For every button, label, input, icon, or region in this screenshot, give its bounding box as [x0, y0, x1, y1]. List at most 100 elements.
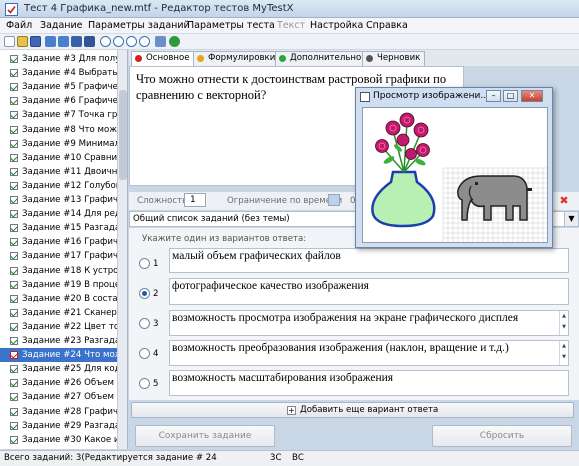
answer-radio-5[interactable]	[139, 378, 150, 389]
tree-item[interactable]: Задание #14 Для редак	[0, 207, 117, 221]
tree-item[interactable]: Задание #9 Минималь	[0, 137, 117, 151]
answer-field-1[interactable]: малый объем графических файлов	[169, 248, 569, 273]
tree-item[interactable]: Задание #23 Разгадайт	[0, 334, 117, 348]
checkmark-icon[interactable]	[10, 351, 18, 360]
checkmark-icon[interactable]	[10, 252, 18, 261]
tree-item[interactable]: Задание #17 Графичес	[0, 249, 117, 263]
checkmark-icon[interactable]	[10, 308, 18, 317]
tree-item[interactable]: Задание #16 Графическ	[0, 235, 117, 249]
tree-item[interactable]: Задание #4 Выбрать пр	[0, 66, 117, 80]
clear-icon[interactable]: ✖	[557, 194, 571, 207]
menu-task-params[interactable]: Параметры заданий	[88, 20, 190, 31]
tree-item[interactable]: Задание #29 Разгадайт	[0, 419, 117, 433]
tree-item[interactable]: Задание #28 Графическ	[0, 405, 117, 419]
open-folder-icon[interactable]	[17, 36, 28, 47]
checkmark-icon[interactable]	[10, 153, 18, 162]
checkmark-icon[interactable]	[10, 435, 18, 444]
save-task-button[interactable]: Сохранить задание	[135, 425, 275, 447]
image-preview-window[interactable]: Просмотр изображени... – □ ✕	[355, 87, 553, 248]
checkmark-icon[interactable]	[10, 167, 18, 176]
tree-item[interactable]: Задание #18 К устройс	[0, 264, 117, 278]
tree-item[interactable]: Задание #15 Разгадайт	[0, 221, 117, 235]
checkmark-icon[interactable]	[10, 393, 18, 402]
tab-main[interactable]: Основное	[131, 51, 195, 66]
delete-task-icon[interactable]	[84, 36, 95, 47]
checkmark-icon[interactable]	[10, 111, 18, 120]
view-icon[interactable]	[155, 36, 166, 47]
move-top-icon[interactable]	[100, 36, 111, 47]
checkmark-icon[interactable]	[10, 238, 18, 247]
insert-task-icon[interactable]	[58, 36, 69, 47]
tree-item[interactable]: Задание #3 Для получ	[0, 52, 117, 66]
tree-item[interactable]: Задание #20 В состав в	[0, 292, 117, 306]
checkmark-icon[interactable]	[10, 224, 18, 233]
run-test-icon[interactable]	[169, 36, 180, 47]
checkmark-icon[interactable]	[10, 55, 18, 63]
checkmark-icon[interactable]	[10, 407, 18, 416]
answer-scroll-arrows[interactable]: ▲ ▼	[559, 311, 568, 335]
chevron-down-icon[interactable]: ▼	[564, 212, 578, 226]
answer-field-3[interactable]: возможность просмотра изображения на экр…	[169, 310, 569, 336]
checkmark-icon[interactable]	[10, 139, 18, 148]
answer-field-2[interactable]: фотографическое качество изображения	[169, 278, 569, 305]
answer-text[interactable]: фотографическое качество изображения	[172, 280, 557, 293]
tree-item[interactable]: Задание #6 Графическ	[0, 94, 117, 108]
answer-field-5[interactable]: возможность масштабирования изображения	[169, 370, 569, 396]
menu-file[interactable]: Файл	[6, 20, 32, 31]
time-limit-checkbox[interactable]	[328, 194, 340, 206]
menu-text[interactable]: Текст	[277, 20, 305, 31]
checkmark-icon[interactable]	[10, 181, 18, 190]
menu-test-params[interactable]: Параметры теста	[187, 20, 275, 31]
add-answer-button[interactable]: + Добавить еще вариант ответа	[131, 402, 574, 418]
checkmark-icon[interactable]	[10, 365, 18, 374]
tree-item[interactable]: Задание #27 Объем вид	[0, 390, 117, 404]
answer-radio-4[interactable]	[139, 348, 150, 359]
add-task-icon[interactable]	[45, 36, 56, 47]
checkmark-icon[interactable]	[10, 421, 18, 430]
tree-item[interactable]: Задание #30 Какое из н	[0, 433, 117, 447]
checkmark-icon[interactable]	[10, 97, 18, 106]
checkmark-icon[interactable]	[10, 83, 18, 92]
menu-settings[interactable]: Настройка	[310, 20, 363, 31]
new-file-icon[interactable]	[4, 36, 15, 47]
checkmark-icon[interactable]	[10, 280, 18, 289]
checkmark-icon[interactable]	[10, 196, 18, 204]
answer-radio-2[interactable]	[139, 288, 150, 299]
tree-item[interactable]: Задание #10 Сравнить	[0, 151, 117, 165]
checkmark-icon[interactable]	[10, 69, 18, 78]
answer-scroll-arrows[interactable]: ▲ ▼	[559, 341, 568, 365]
tree-scrollbar[interactable]	[117, 50, 127, 449]
checkmark-icon[interactable]	[10, 125, 18, 134]
answer-text[interactable]: возможность преобразования изображения (…	[172, 342, 557, 355]
tree-item[interactable]: Задание #24 Что можно	[0, 348, 117, 363]
complexity-spinner[interactable]: 1	[184, 193, 206, 207]
checkmark-icon[interactable]	[10, 337, 18, 345]
move-bottom-icon[interactable]	[139, 36, 150, 47]
tree-item[interactable]: Задание #22 Цвет точк	[0, 320, 117, 334]
move-up-icon[interactable]	[113, 36, 124, 47]
answer-radio-1[interactable]	[139, 258, 150, 269]
tree-item[interactable]: Задание #26 Объем сво	[0, 376, 117, 390]
tab-additional[interactable]: Дополнительно	[275, 51, 367, 66]
answer-text[interactable]: возможность просмотра изображения на экр…	[172, 312, 557, 325]
answer-radio-3[interactable]	[139, 318, 150, 329]
tab-formulations[interactable]: Формулировки	[193, 51, 281, 66]
checkmark-icon[interactable]	[10, 322, 18, 331]
close-button[interactable]: ✕	[521, 90, 543, 102]
tree-item[interactable]: Задание #21 Сканер - э	[0, 306, 117, 320]
answer-text[interactable]: возможность масштабирования изображения	[172, 372, 557, 385]
checkmark-icon[interactable]	[10, 210, 18, 219]
answer-text[interactable]: малый объем графических файлов	[172, 250, 557, 263]
checkmark-icon[interactable]	[10, 294, 18, 303]
menu-task[interactable]: Задание	[40, 20, 83, 31]
maximize-button[interactable]: □	[503, 90, 518, 102]
tree-scroll-thumb[interactable]	[119, 90, 127, 180]
reset-button[interactable]: Сбросить	[432, 425, 572, 447]
tree-item[interactable]: Задание #11 Двоичный	[0, 165, 117, 179]
checkmark-icon[interactable]	[10, 379, 18, 388]
tree-item[interactable]: Задание #13 Графичес	[0, 193, 117, 207]
answer-field-4[interactable]: возможность преобразования изображения (…	[169, 340, 569, 366]
tree-item[interactable]: Задание #12 Голубой ц	[0, 179, 117, 193]
copy-task-icon[interactable]	[71, 36, 82, 47]
tab-draft[interactable]: Черновик	[362, 51, 426, 66]
